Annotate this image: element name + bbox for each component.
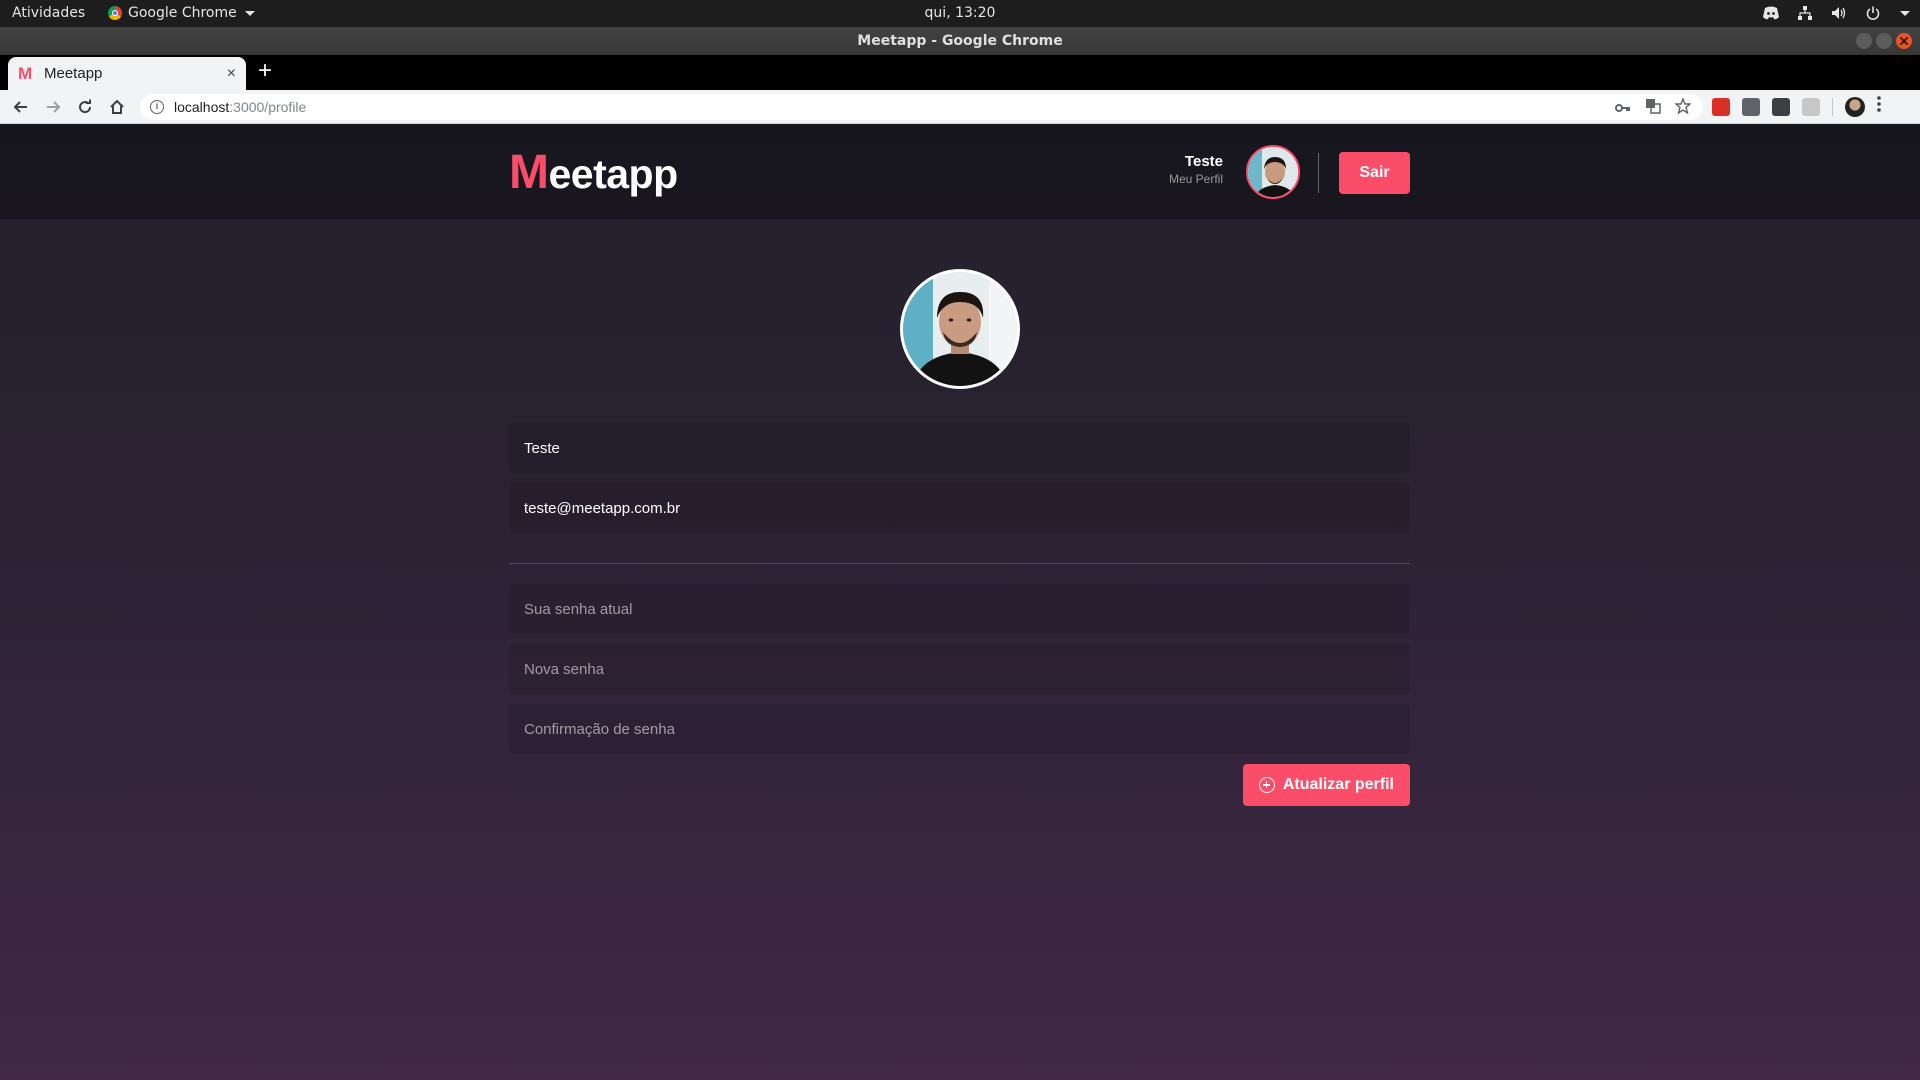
volume-icon[interactable]	[1830, 4, 1848, 22]
translate-icon[interactable]	[1645, 98, 1661, 117]
update-profile-button[interactable]: Atualizar perfil	[1242, 764, 1410, 806]
name-input[interactable]	[509, 423, 1410, 473]
chrome-profile-avatar[interactable]	[1845, 96, 1865, 117]
meetapp-favicon-icon: M	[18, 63, 33, 83]
meetapp-logo[interactable]: Meetapp	[509, 145, 678, 200]
close-window-button[interactable]	[1896, 33, 1912, 49]
tab-strip: M Meetapp × +	[0, 55, 1920, 90]
chrome-menu-icon[interactable]	[1877, 96, 1881, 117]
user-name: Teste	[1184, 153, 1223, 170]
update-profile-label: Atualizar perfil	[1282, 776, 1394, 793]
url-host: localhost	[174, 99, 230, 115]
extension-4-icon[interactable]	[1802, 97, 1820, 116]
url-path: :3000/profile	[229, 99, 307, 115]
back-button[interactable]	[10, 96, 32, 118]
user-info: Teste Meu Perfil	[1169, 153, 1223, 186]
minimize-button[interactable]	[1856, 33, 1872, 49]
header-avatar[interactable]	[1246, 145, 1300, 199]
clock[interactable]: qui, 13:20	[0, 5, 1920, 21]
tab-meetapp[interactable]: M Meetapp ×	[8, 57, 246, 90]
bookmark-star-icon[interactable]	[1674, 97, 1692, 117]
window-titlebar: Meetapp - Google Chrome	[0, 27, 1920, 55]
extension-1-icon[interactable]	[1712, 97, 1730, 116]
page-content: Meetapp Teste Meu Perfil Sair Teste test…	[0, 125, 1920, 1080]
new-password-input[interactable]	[509, 644, 1410, 694]
reload-button[interactable]	[74, 96, 96, 118]
logout-button[interactable]: Sair	[1339, 152, 1410, 194]
add-circle-icon	[1258, 777, 1275, 793]
address-bar[interactable]: i localhost:3000/profile	[140, 94, 1703, 120]
power-icon[interactable]	[1864, 4, 1882, 22]
discord-icon[interactable]	[1762, 4, 1780, 22]
close-tab-icon[interactable]: ×	[227, 65, 236, 83]
maximize-button[interactable]	[1876, 33, 1892, 49]
window-title: Meetapp - Google Chrome	[857, 33, 1063, 49]
system-tray[interactable]	[1762, 4, 1910, 22]
network-icon[interactable]	[1796, 4, 1814, 22]
app-header: Meetapp Teste Meu Perfil Sair	[0, 125, 1920, 219]
new-tab-button[interactable]: +	[258, 59, 272, 83]
current-password-input[interactable]	[509, 584, 1410, 634]
gnome-top-bar: Atividades Google Chrome qui, 13:20	[0, 0, 1920, 27]
home-button[interactable]	[106, 96, 128, 118]
site-info-icon[interactable]: i	[150, 100, 164, 114]
forward-button[interactable]	[42, 96, 64, 118]
confirm-password-input[interactable]	[509, 704, 1410, 754]
key-icon[interactable]	[1615, 100, 1631, 116]
profile-avatar[interactable]	[900, 269, 1020, 389]
extensions-area	[1712, 96, 1881, 117]
chevron-down-icon	[1900, 10, 1910, 16]
toolbar-separator	[1832, 97, 1833, 116]
tab-title: Meetapp	[44, 65, 103, 82]
extension-2-icon[interactable]	[1742, 97, 1760, 116]
my-profile-link[interactable]: Meu Perfil	[1169, 172, 1223, 186]
header-divider	[1318, 153, 1319, 193]
extension-3-icon[interactable]	[1772, 97, 1790, 116]
form-divider	[509, 563, 1410, 564]
profile-form: Atualizar perfil	[509, 423, 1410, 806]
browser-toolbar: i localhost:3000/profile	[0, 90, 1920, 124]
email-input[interactable]	[509, 483, 1410, 533]
